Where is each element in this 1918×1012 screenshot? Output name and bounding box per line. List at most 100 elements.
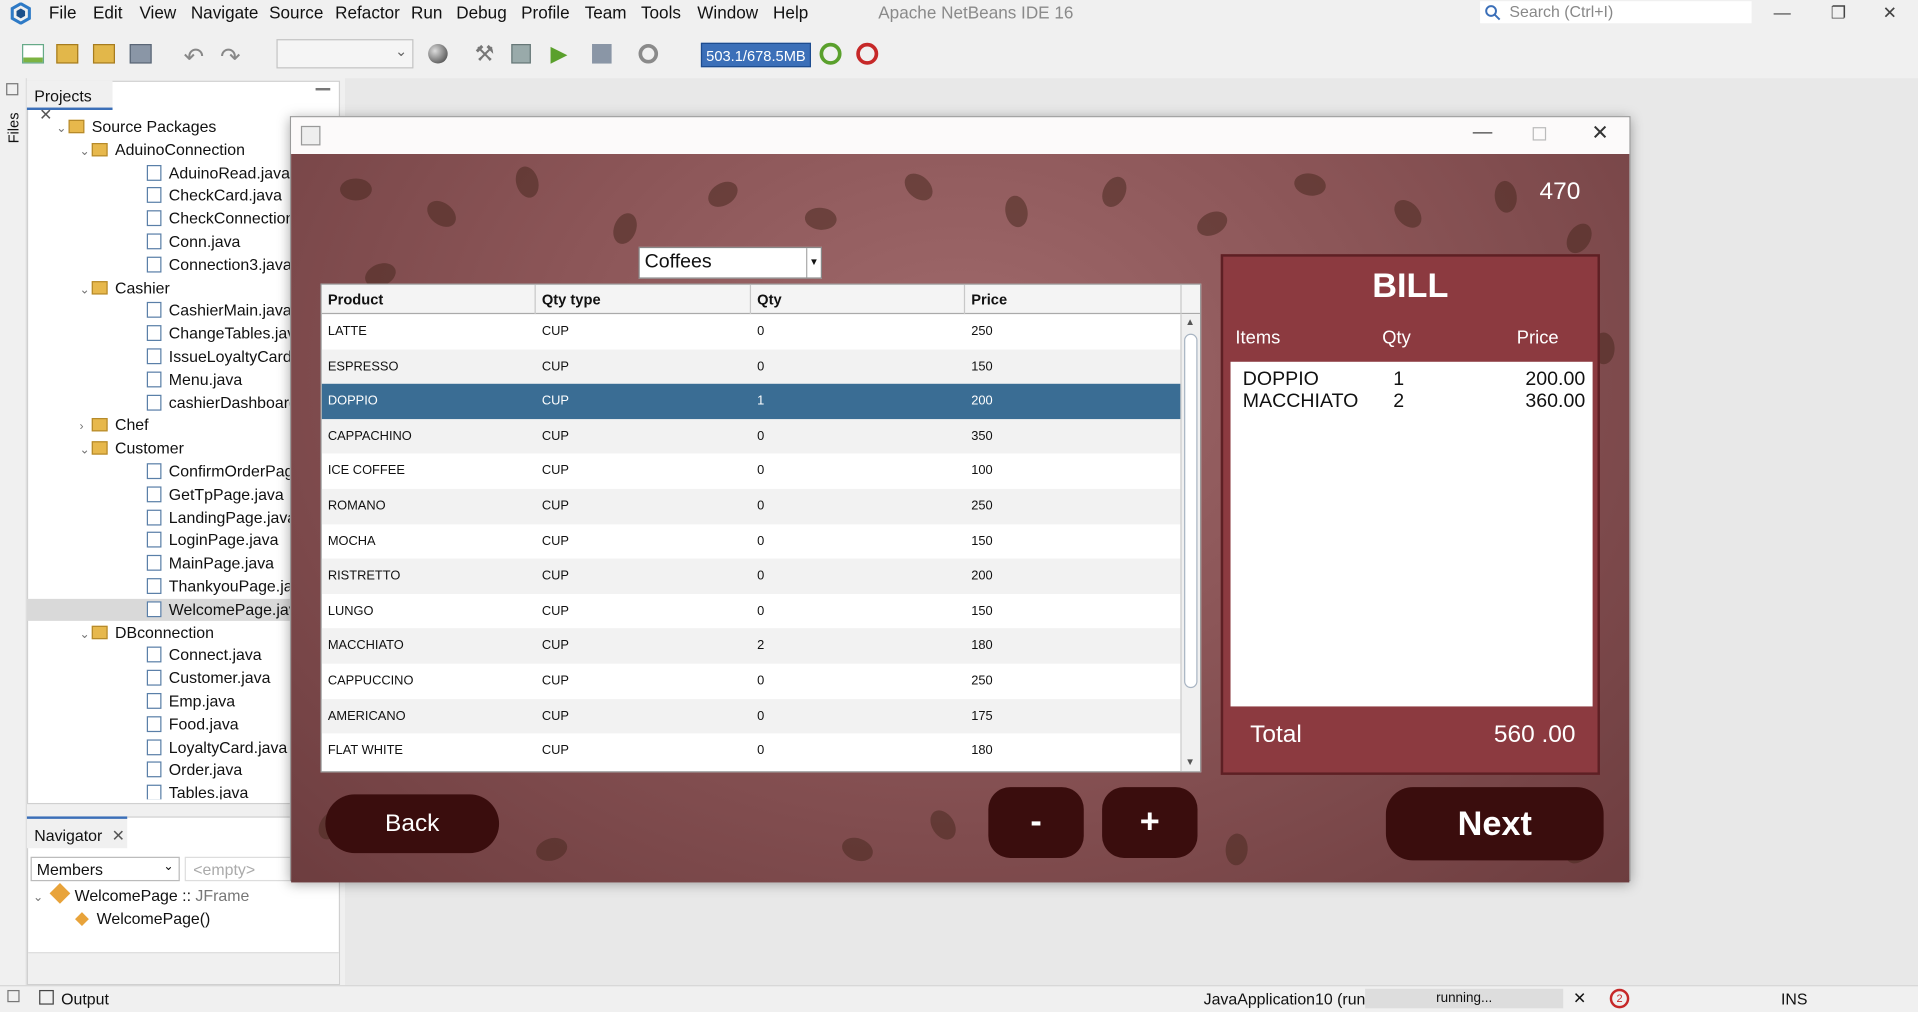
projects-tab[interactable]: Projects ✕ bbox=[26, 80, 113, 123]
clean-build-icon[interactable] bbox=[511, 43, 531, 64]
configuration-combo[interactable]: ⌄ bbox=[276, 39, 414, 69]
redo-icon[interactable]: ↷ bbox=[220, 42, 241, 73]
chevron-down-icon[interactable]: ⌄ bbox=[80, 279, 92, 301]
notifications-icon[interactable]: 2 bbox=[1609, 988, 1630, 1009]
table-row[interactable]: MACCHIATO CUP 2 180 bbox=[321, 628, 1182, 664]
navigator-class-node[interactable]: ⌄ WelcomePage :: JFrame bbox=[33, 883, 249, 904]
menu-run[interactable]: Run bbox=[411, 2, 442, 22]
menu-edit[interactable]: Edit bbox=[93, 2, 123, 22]
chevron-down-icon[interactable]: ▼ bbox=[806, 248, 821, 278]
table-row[interactable]: RISTRETTO CUP 0 200 bbox=[321, 558, 1182, 594]
globe-icon[interactable] bbox=[428, 43, 448, 64]
files-tab[interactable]: Files bbox=[5, 112, 22, 143]
profile-icon[interactable] bbox=[638, 43, 659, 64]
memory-usage-bar[interactable]: 503.1/678.5MB bbox=[700, 42, 811, 68]
run-status-label: JavaApplication10 (run) bbox=[1203, 989, 1371, 1009]
menu-refactor[interactable]: Refactor bbox=[335, 2, 400, 22]
app-close-button[interactable]: ✕ bbox=[1591, 121, 1608, 145]
chevron-down-icon[interactable]: ⌄ bbox=[80, 624, 92, 646]
minimize-panel-icon[interactable] bbox=[315, 87, 331, 91]
java-file-icon bbox=[146, 509, 162, 526]
cancel-run-icon[interactable]: ✕ bbox=[1573, 989, 1586, 1009]
bill-line: DOPPIO 1 200.00 bbox=[1243, 369, 1585, 391]
scroll-up-icon[interactable]: ▲ bbox=[1185, 317, 1195, 328]
table-row[interactable]: ROMANO CUP 0 250 bbox=[321, 488, 1182, 524]
debug-icon[interactable] bbox=[592, 43, 612, 64]
decrease-qty-button[interactable]: - bbox=[988, 787, 1084, 858]
java-file-icon bbox=[146, 715, 162, 732]
menu-help[interactable]: Help bbox=[773, 2, 808, 22]
bill-total-label: Total bbox=[1250, 721, 1302, 748]
scroll-down-icon[interactable]: ▼ bbox=[1185, 757, 1195, 768]
minimize-group-icon[interactable] bbox=[6, 83, 19, 96]
close-navigator-icon[interactable]: ✕ bbox=[112, 826, 125, 844]
table-row[interactable]: MOCHA CUP 0 150 bbox=[322, 524, 1182, 559]
minimize-window-button[interactable]: — bbox=[1754, 0, 1810, 24]
menu-file[interactable]: File bbox=[49, 2, 77, 22]
java-file-icon bbox=[146, 256, 162, 273]
scroll-thumb[interactable] bbox=[1184, 333, 1198, 689]
table-cell: 175 bbox=[971, 708, 993, 724]
navigator-tab[interactable]: Navigator ✕ bbox=[26, 816, 128, 849]
app-maximize-button[interactable] bbox=[1532, 127, 1547, 141]
table-cell: CUP bbox=[541, 743, 569, 758]
chevron-right-icon[interactable]: › bbox=[80, 417, 92, 439]
menu-team[interactable]: Team bbox=[585, 2, 627, 22]
table-row[interactable]: ESPRESSO CUP 0 150 bbox=[321, 349, 1182, 384]
menu-profile[interactable]: Profile bbox=[521, 2, 570, 22]
bill-title: BILL bbox=[1372, 266, 1449, 305]
chevron-down-icon[interactable]: ⌄ bbox=[80, 142, 92, 164]
back-button[interactable]: Back bbox=[325, 794, 500, 854]
members-select[interactable]: Members ⌄ bbox=[30, 856, 180, 882]
table-cell: 100 bbox=[971, 463, 993, 479]
run-progress-bar[interactable]: running... bbox=[1365, 988, 1564, 1009]
table-row[interactable]: FLAT WHITE CUP 0 180 bbox=[322, 734, 1182, 769]
menu-view[interactable]: View bbox=[139, 2, 176, 22]
output-tab[interactable]: Output bbox=[61, 990, 109, 1008]
menu-window[interactable]: Window bbox=[697, 2, 758, 22]
col-product[interactable]: Product bbox=[322, 284, 536, 315]
search-input[interactable]: Search (Ctrl+I) bbox=[1480, 1, 1752, 24]
close-window-button[interactable]: ✕ bbox=[1862, 0, 1918, 24]
table-row[interactable]: LUNGO CUP 0 150 bbox=[322, 594, 1182, 629]
table-row[interactable]: CAPPUCCINO CUP 0 250 bbox=[322, 664, 1182, 699]
new-file-icon[interactable] bbox=[22, 43, 45, 64]
table-row[interactable]: LATTE CUP 0 250 bbox=[322, 314, 1182, 349]
app-minimize-button[interactable]: — bbox=[1473, 122, 1493, 144]
chevron-down-icon[interactable]: ⌄ bbox=[80, 440, 92, 462]
col-qty[interactable]: Qty bbox=[751, 284, 966, 315]
stop-gc-icon[interactable] bbox=[856, 42, 879, 65]
category-select[interactable]: Coffees ▼ bbox=[638, 246, 822, 279]
table-scrollbar[interactable]: ▲ ▼ bbox=[1180, 314, 1200, 772]
next-button[interactable]: Next bbox=[1385, 787, 1604, 861]
navigator-filter[interactable]: <empty> bbox=[184, 856, 308, 882]
table-row[interactable]: ICE COFFEE CUP 0 100 bbox=[322, 454, 1182, 489]
menu-debug[interactable]: Debug bbox=[456, 2, 506, 22]
menu-tools[interactable]: Tools bbox=[641, 2, 681, 22]
menu-source[interactable]: Source bbox=[269, 2, 323, 22]
col-price[interactable]: Price bbox=[965, 284, 1182, 315]
open-project-icon[interactable] bbox=[92, 43, 115, 64]
increase-qty-button[interactable]: + bbox=[1102, 787, 1198, 858]
new-project-icon[interactable] bbox=[56, 43, 79, 64]
netbeans-logo-icon bbox=[10, 1, 32, 25]
chevron-down-icon[interactable]: ⌄ bbox=[56, 119, 68, 141]
gc-icon[interactable] bbox=[819, 42, 842, 65]
tree-node-label: Source Packages bbox=[91, 117, 217, 136]
bill-line: MACCHIATO 2 360.00 bbox=[1243, 391, 1585, 413]
restore-window-button[interactable]: ❐ bbox=[1810, 0, 1866, 24]
col-qty-type[interactable]: Qty type bbox=[536, 284, 752, 315]
run-icon[interactable]: ▶ bbox=[550, 42, 567, 68]
save-all-icon[interactable] bbox=[129, 43, 152, 64]
table-row[interactable]: AMERICANO CUP 0 175 bbox=[321, 698, 1182, 734]
navigator-ctor-node[interactable]: WelcomePage() bbox=[75, 909, 210, 928]
undo-icon[interactable]: ↶ bbox=[183, 42, 204, 73]
java-file-icon bbox=[146, 784, 162, 800]
table-row[interactable]: DOPPIO CUP 1 200 bbox=[321, 383, 1182, 419]
table-row[interactable]: CAPPACHINO CUP 0 350 bbox=[321, 418, 1182, 454]
build-hammer-icon[interactable]: ⚒ bbox=[475, 42, 495, 68]
menu-navigate[interactable]: Navigate bbox=[191, 2, 259, 22]
output-minimize-icon[interactable] bbox=[7, 989, 20, 1003]
table-cell: CUP bbox=[541, 358, 569, 374]
app-title-bar: — ✕ bbox=[291, 117, 1630, 154]
